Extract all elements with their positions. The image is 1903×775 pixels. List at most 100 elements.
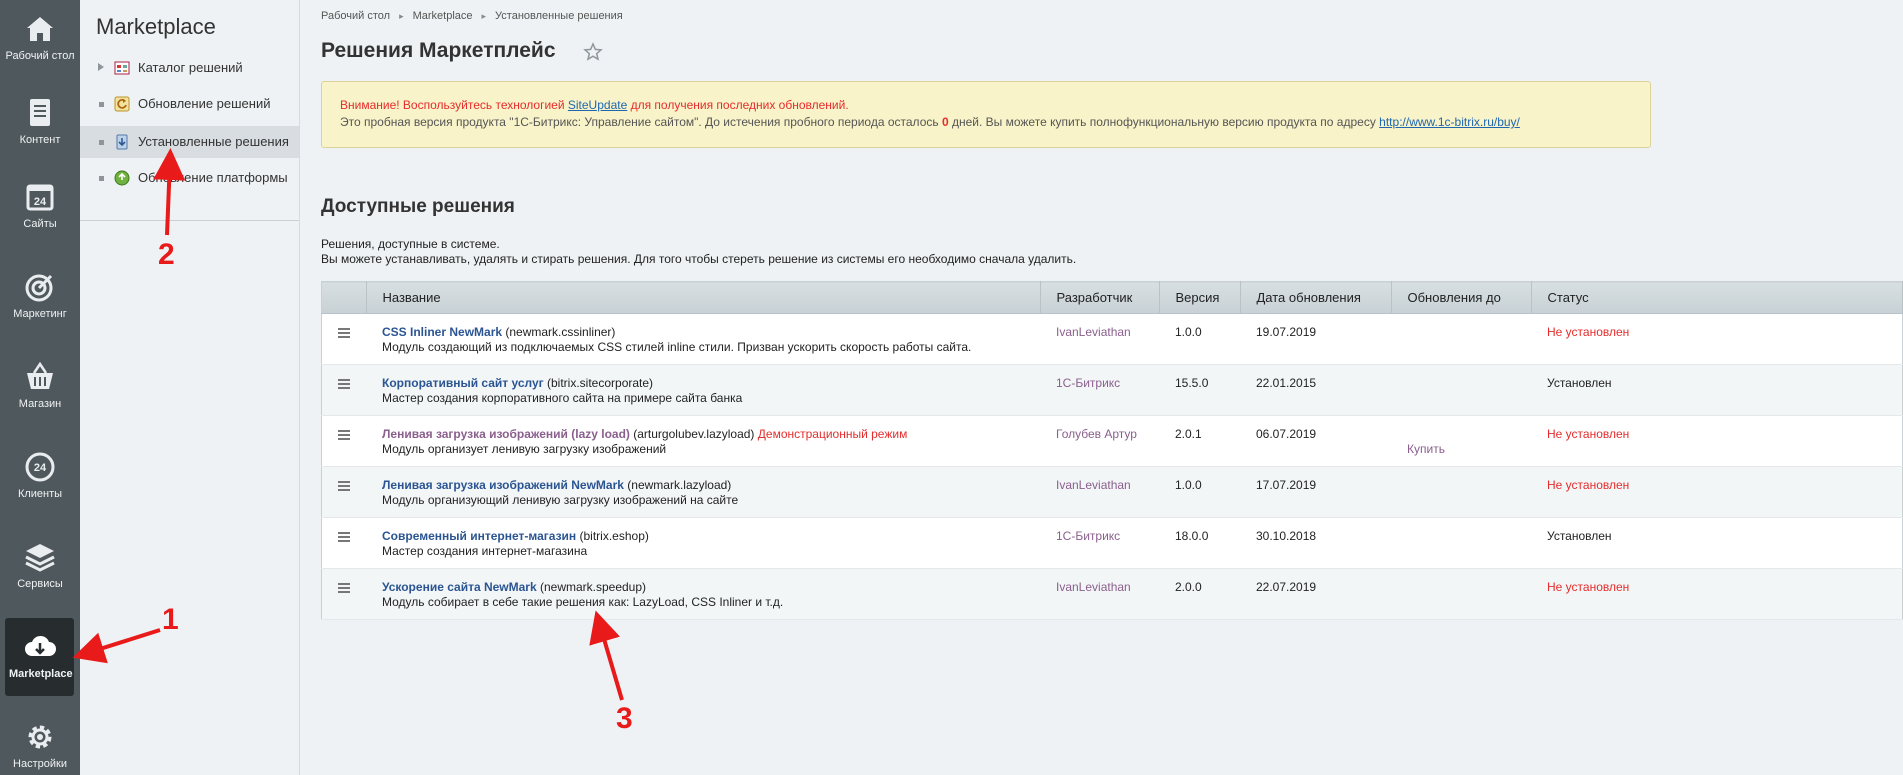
column-header-name[interactable]: Название: [366, 281, 1041, 314]
buy-link[interactable]: http://www.1c-bitrix.ru/buy/: [1379, 115, 1520, 129]
status-value: Не установлен: [1547, 427, 1630, 441]
developer-link[interactable]: Голубев Артур: [1056, 427, 1143, 442]
annotation-label-1: 1: [162, 603, 179, 636]
row-actions-cell: [321, 466, 366, 518]
menu-item-updates[interactable]: Обновление решений: [80, 88, 299, 120]
rail-item-marketplace[interactable]: Marketplace: [5, 618, 74, 696]
breadcrumb-marketplace[interactable]: Marketplace: [413, 10, 473, 22]
row-actions-cell: [321, 517, 366, 569]
solution-code: (newmark.cssinliner): [502, 325, 616, 339]
table-row[interactable]: Ускорение сайта NewMark (newmark.speedup…: [321, 568, 1903, 620]
solution-name-link[interactable]: CSS Inliner NewMark: [382, 325, 502, 339]
row-menu-icon[interactable]: [338, 379, 350, 389]
breadcrumb-desktop[interactable]: Рабочий стол: [321, 10, 390, 22]
platform-update-icon: [114, 170, 130, 186]
rail-item-sites[interactable]: 24 Сайты: [0, 168, 80, 252]
developer-link[interactable]: IvanLeviathan: [1056, 325, 1143, 340]
solution-description: Модуль организует ленивую загрузку изобр…: [382, 442, 667, 456]
siteupdate-link[interactable]: SiteUpdate: [568, 98, 627, 112]
rail-label: Маркетинг: [13, 308, 67, 320]
solution-code: (newmark.speedup): [536, 580, 647, 594]
breadcrumb: Рабочий стол ▸ Marketplace ▸ Установленные р…: [321, 10, 623, 22]
rail-item-shop[interactable]: Магазин: [0, 348, 80, 432]
developer-link[interactable]: 1С-Битрикс: [1056, 376, 1143, 391]
left-rail: Рабочий стол Контент 24 Сайты Маркетинг …: [0, 0, 80, 775]
breadcrumb-installed[interactable]: Установленные решения: [495, 10, 623, 22]
column-header-actions: [321, 281, 367, 314]
table-row[interactable]: CSS Inliner NewMark (newmark.cssinliner)…: [321, 313, 1903, 365]
menu-item-catalog[interactable]: Каталог решений: [80, 52, 299, 84]
column-header-date[interactable]: Дата обновления: [1240, 281, 1392, 314]
buy-link[interactable]: Купить: [1407, 442, 1515, 456]
version-value: 2.0.1: [1175, 427, 1202, 441]
menu-divider: [80, 220, 299, 221]
notice-warning-line: Внимание! Воспользуйтесь технологией Sit…: [340, 97, 1632, 114]
solution-code: (bitrix.sitecorporate): [543, 376, 654, 390]
row-date-cell: 06.07.2019: [1240, 415, 1391, 467]
row-menu-icon[interactable]: [338, 481, 350, 491]
row-menu-icon[interactable]: [338, 583, 350, 593]
rail-item-services[interactable]: Сервисы: [0, 528, 80, 612]
menu-item-platform-update[interactable]: Обновление платформы: [80, 162, 299, 194]
menu-item-label: Обновление платформы: [138, 170, 288, 185]
rail-item-marketing[interactable]: Маркетинг: [0, 258, 80, 342]
row-date-cell: 30.10.2018: [1240, 517, 1391, 569]
main-content: Рабочий стол ▸ Marketplace ▸ Установленные р…: [300, 0, 1903, 775]
table-body: CSS Inliner NewMark (newmark.cssinliner)…: [321, 313, 1903, 620]
menu-item-installed[interactable]: Установленные решения: [80, 126, 299, 158]
document-icon: [23, 96, 57, 130]
row-developer-cell: IvanLeviathan: [1040, 568, 1159, 620]
notice-text: дней. Вы можете купить полнофункциональн…: [948, 115, 1380, 129]
status-value: Не установлен: [1547, 325, 1630, 339]
row-version-cell: 2.0.1: [1159, 415, 1240, 467]
solution-name-link[interactable]: Ускорение сайта NewMark: [382, 580, 537, 594]
notice-text: Внимание! Воспользуйтесь технологией: [340, 98, 568, 112]
rail-item-settings[interactable]: Настройки: [0, 708, 80, 775]
section-title: Доступные решения: [321, 196, 515, 217]
update-date-value: 30.10.2018: [1256, 529, 1317, 543]
section-description: Решения, доступные в системе. Вы можете …: [321, 237, 1076, 267]
update-date-value: 06.07.2019: [1256, 427, 1317, 441]
row-developer-cell: IvanLeviathan: [1040, 313, 1159, 365]
column-header-developer[interactable]: Разработчик: [1040, 281, 1160, 314]
home-icon: [23, 12, 57, 46]
calendar-24-icon: 24: [23, 180, 57, 214]
solution-name-link[interactable]: Современный интернет-магазин: [382, 529, 576, 543]
column-header-version[interactable]: Версия: [1159, 281, 1241, 314]
expand-arrow-icon[interactable]: [98, 63, 104, 71]
solution-name-link[interactable]: Корпоративный сайт услуг: [382, 376, 544, 390]
solution-description: Модуль собирает в себе такие решения как…: [382, 595, 784, 609]
rail-item-desktop[interactable]: Рабочий стол: [0, 0, 80, 84]
table-row[interactable]: Современный интернет-магазин (bitrix.esh…: [321, 517, 1903, 569]
bullet-icon: [99, 102, 104, 107]
row-actions-cell: [321, 313, 366, 365]
table-row[interactable]: Корпоративный сайт услуг (bitrix.sitecor…: [321, 364, 1903, 416]
row-status-cell: Не установлен: [1531, 313, 1903, 365]
rail-item-clients[interactable]: 24 Клиенты: [0, 438, 80, 522]
notice-text: Это пробная версия продукта "1С-Битрикс:…: [340, 115, 942, 129]
solution-name-link[interactable]: Ленивая загрузка изображений NewMark: [382, 478, 624, 492]
table-row[interactable]: Ленивая загрузка изображений (lazy load)…: [321, 415, 1903, 467]
favorite-star-icon[interactable]: [583, 42, 603, 62]
solution-description: Модуль организующий ленивую загрузку изо…: [382, 493, 739, 507]
svg-text:24: 24: [34, 462, 47, 474]
developer-link[interactable]: 1С-Битрикс: [1056, 529, 1143, 544]
table-row[interactable]: Ленивая загрузка изображений NewMark (ne…: [321, 466, 1903, 518]
row-actions-cell: [321, 415, 366, 467]
column-header-updates[interactable]: Обновления до: [1391, 281, 1532, 314]
rail-item-content[interactable]: Контент: [0, 84, 80, 168]
section-desc-line: Вы можете устанавливать, удалять и стира…: [321, 252, 1077, 266]
column-header-status[interactable]: Статус: [1531, 281, 1903, 314]
developer-link[interactable]: IvanLeviathan: [1056, 580, 1143, 595]
solution-code: (arturgolubev.lazyload): [629, 427, 758, 441]
developer-link[interactable]: IvanLeviathan: [1056, 478, 1143, 493]
row-status-cell: Установлен: [1531, 364, 1903, 416]
row-menu-icon[interactable]: [338, 430, 350, 440]
svg-text:24: 24: [34, 196, 47, 208]
row-menu-icon[interactable]: [338, 532, 350, 542]
row-menu-icon[interactable]: [338, 328, 350, 338]
solution-name-link[interactable]: Ленивая загрузка изображений (lazy load): [382, 427, 630, 441]
row-status-cell: Не установлен: [1531, 466, 1903, 518]
row-status-cell: Не установлен: [1531, 568, 1903, 620]
solution-code: (newmark.lazyload): [623, 478, 732, 492]
